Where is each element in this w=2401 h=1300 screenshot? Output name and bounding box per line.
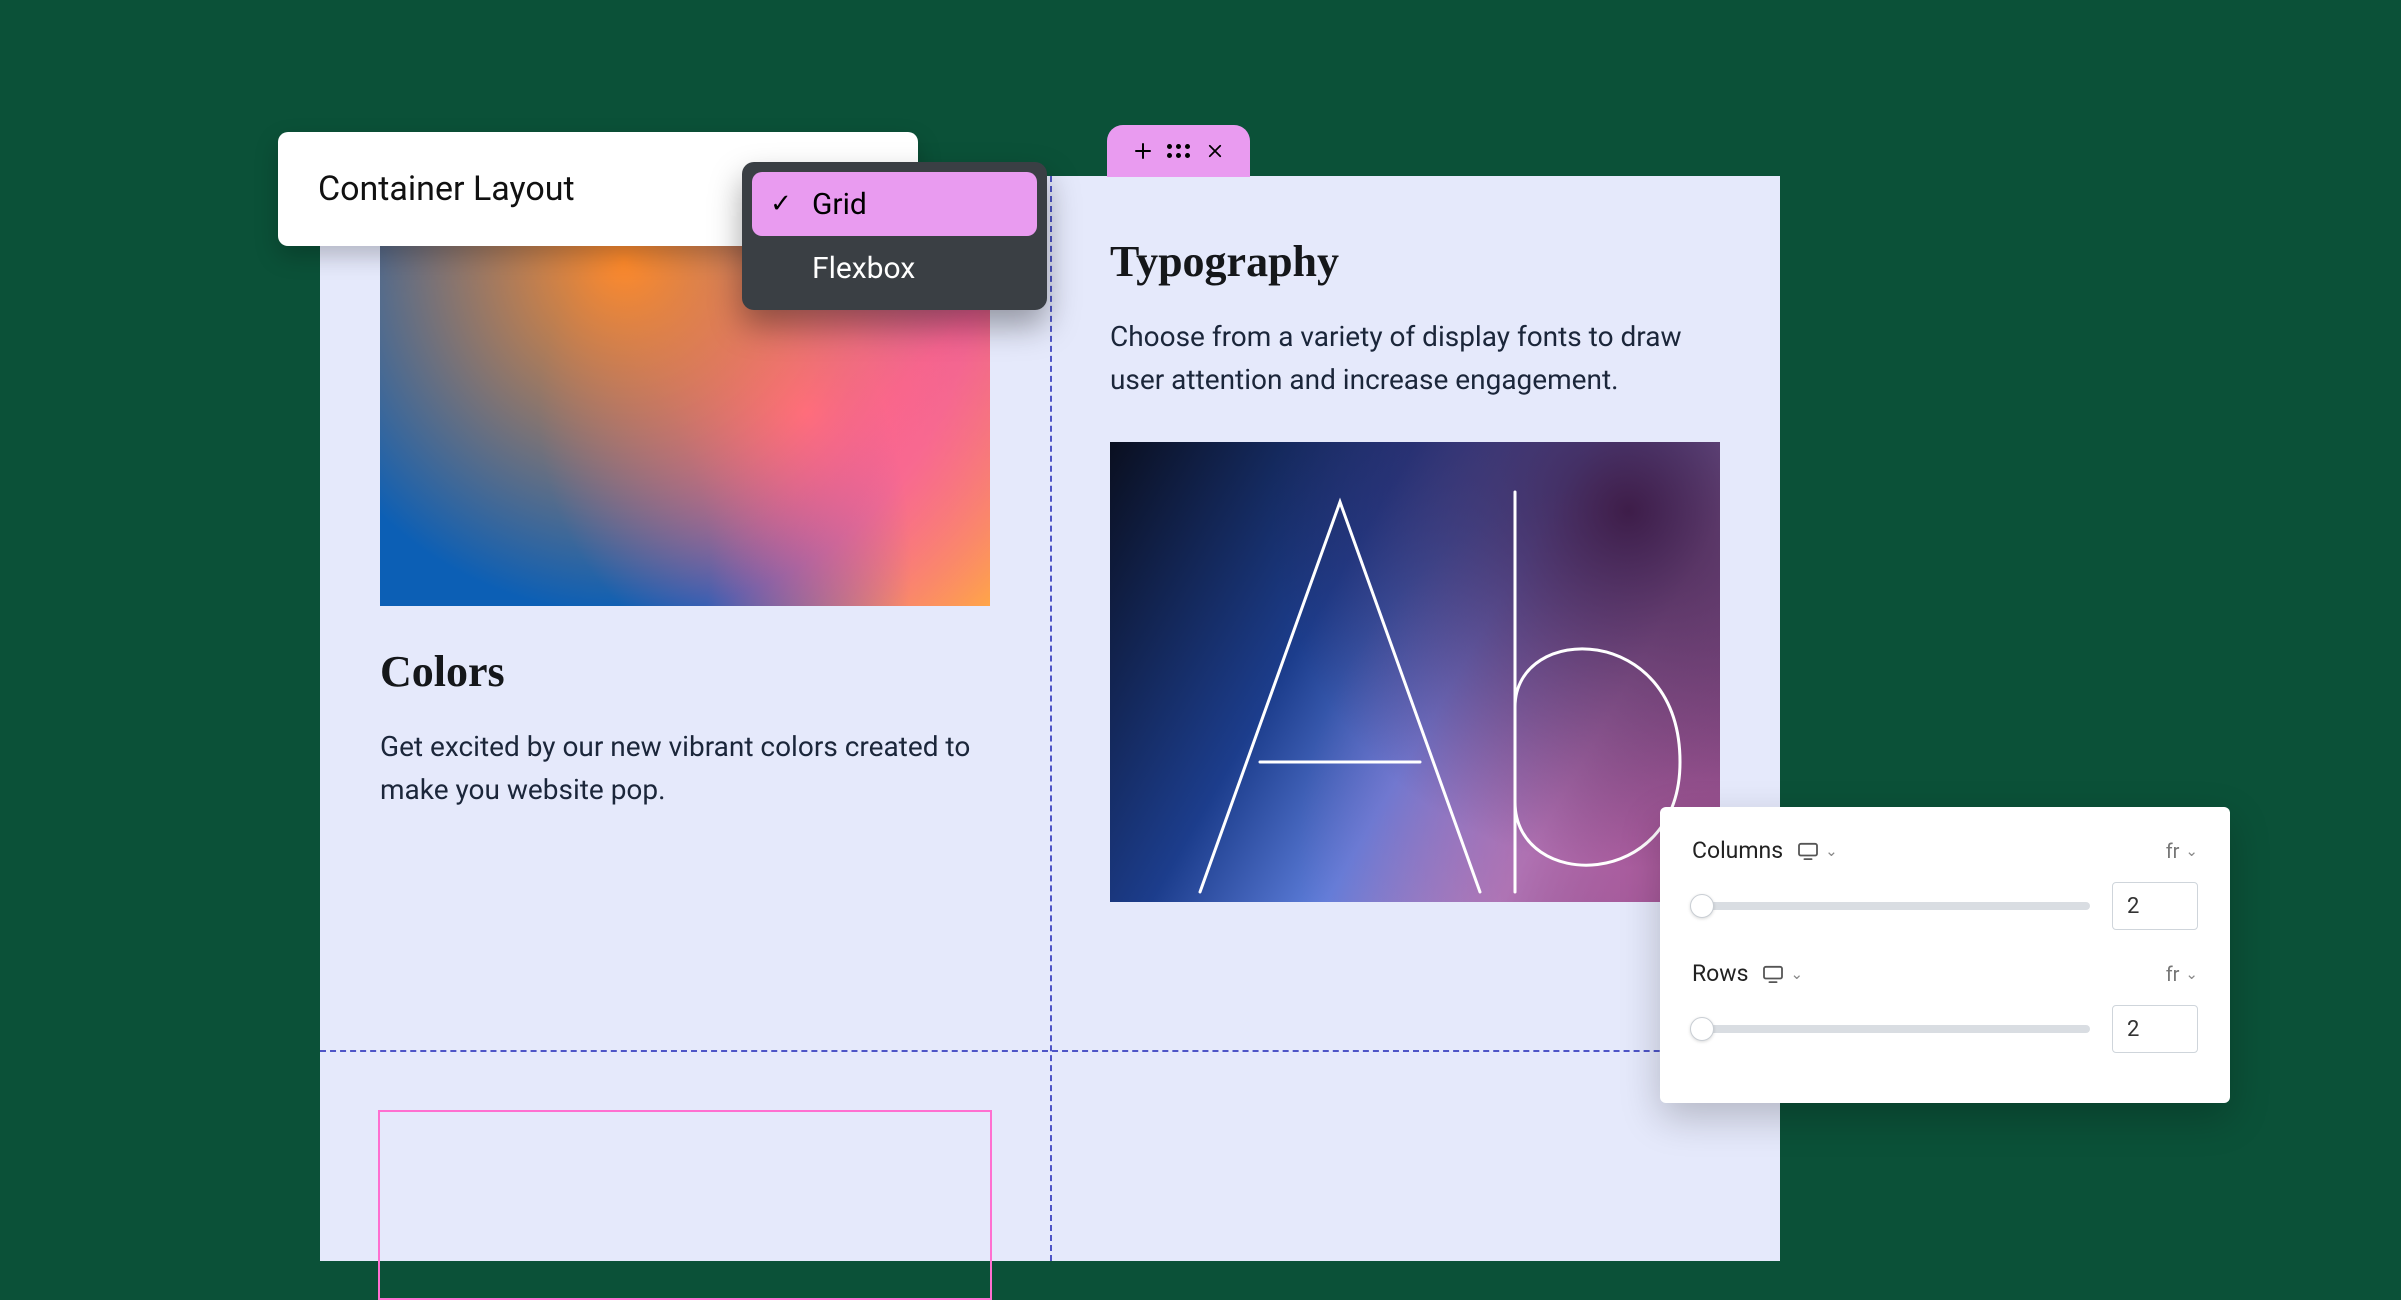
slider-thumb[interactable] bbox=[1690, 1017, 1714, 1041]
columns-unit: fr bbox=[2166, 839, 2180, 863]
check-icon: ✓ bbox=[766, 189, 796, 219]
chevron-down-icon: ⌄ bbox=[1790, 965, 1803, 983]
columns-value: 2 bbox=[2127, 894, 2139, 919]
close-icon[interactable] bbox=[1206, 142, 1224, 160]
columns-row: Columns ⌄ fr ⌄ 2 bbox=[1692, 837, 2198, 930]
typography-image bbox=[1110, 442, 1720, 902]
columns-label: Columns bbox=[1692, 837, 1783, 864]
typography-heading: Typography bbox=[1110, 236, 1720, 287]
colors-body: Get excited by our new vibrant colors cr… bbox=[380, 725, 990, 812]
rows-unit: fr bbox=[2166, 962, 2180, 986]
grid-dimensions-panel: Columns ⌄ fr ⌄ 2 Rows bbox=[1660, 807, 2230, 1103]
columns-value-input[interactable]: 2 bbox=[2112, 882, 2198, 930]
layout-option-flexbox[interactable]: Flexbox bbox=[752, 236, 1037, 300]
slider-thumb[interactable] bbox=[1690, 894, 1714, 918]
rows-slider[interactable] bbox=[1692, 1025, 2090, 1033]
desktop-icon bbox=[1797, 842, 1819, 860]
rows-value: 2 bbox=[2127, 1017, 2139, 1042]
empty-block-placeholder[interactable] bbox=[378, 1110, 992, 1300]
rows-row: Rows ⌄ fr ⌄ 2 bbox=[1692, 960, 2198, 1053]
layout-option-label: Flexbox bbox=[812, 251, 915, 286]
columns-unit-selector[interactable]: fr ⌄ bbox=[2166, 839, 2198, 863]
container-layout-dropdown[interactable]: ✓ Grid Flexbox bbox=[742, 162, 1047, 310]
grid-divider-horizontal bbox=[320, 1050, 1780, 1052]
section-tab[interactable] bbox=[1107, 125, 1250, 177]
colors-heading: Colors bbox=[380, 646, 990, 697]
chevron-down-icon: ⌄ bbox=[2185, 965, 2198, 983]
typography-body: Choose from a variety of display fonts t… bbox=[1110, 315, 1720, 402]
drag-handle-icon[interactable] bbox=[1170, 142, 1188, 160]
layout-option-label: Grid bbox=[812, 187, 867, 222]
rows-value-input[interactable]: 2 bbox=[2112, 1005, 2198, 1053]
device-selector[interactable]: ⌄ bbox=[1762, 965, 1803, 983]
chevron-down-icon: ⌄ bbox=[1825, 842, 1838, 860]
layout-option-grid[interactable]: ✓ Grid bbox=[752, 172, 1037, 236]
desktop-icon bbox=[1762, 965, 1784, 983]
grid-canvas[interactable]: Colors Get excited by our new vibrant co… bbox=[320, 176, 1780, 1261]
typography-sample-glyphs bbox=[1170, 472, 1690, 902]
plus-icon[interactable] bbox=[1134, 142, 1152, 160]
rows-unit-selector[interactable]: fr ⌄ bbox=[2166, 962, 2198, 986]
chevron-down-icon: ⌄ bbox=[2185, 842, 2198, 860]
rows-label: Rows bbox=[1692, 960, 1748, 987]
columns-slider[interactable] bbox=[1692, 902, 2090, 910]
container-layout-label: Container Layout bbox=[318, 169, 575, 209]
device-selector[interactable]: ⌄ bbox=[1797, 842, 1838, 860]
